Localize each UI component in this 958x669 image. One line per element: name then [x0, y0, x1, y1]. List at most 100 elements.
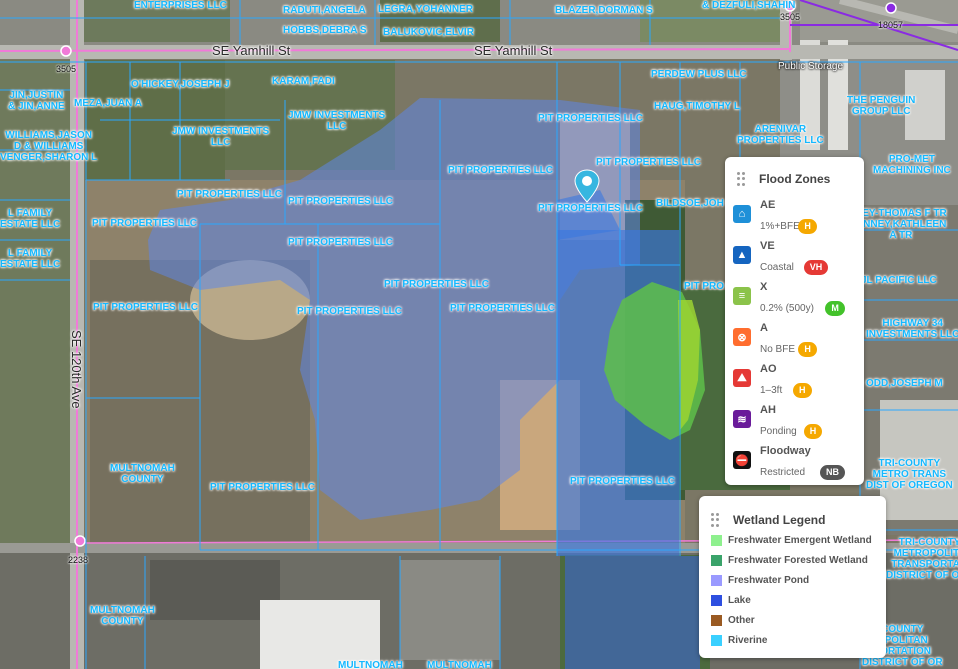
parcel-label[interactable]: HOBBS,DEBRA S — [283, 25, 367, 36]
parcel-label[interactable]: ENTERPRISES LLC — [134, 0, 227, 11]
flood-zone-item[interactable]: ⌂ AE 1%+BFE H — [733, 199, 861, 243]
legend-swatch — [711, 554, 722, 566]
parcel-label[interactable]: PIT PROPERTIES LLC — [448, 165, 553, 176]
parcel-label[interactable]: MULTNOMAH — [427, 660, 492, 669]
address-label: 3505 — [56, 64, 77, 74]
wetland-legend-title: Wetland Legend — [733, 513, 826, 527]
wetland-legend-item[interactable]: Freshwater Pond — [711, 573, 809, 587]
parcel-label[interactable]: PIT PROPERTIES LLC — [92, 218, 197, 229]
parcel-label[interactable]: PIT PROPERTIES LLC — [177, 189, 282, 200]
drag-handle-icon[interactable] — [737, 172, 747, 186]
flood-zone-description: No BFE — [760, 344, 796, 355]
parcel-label[interactable]: PIT PROPERTIES LLC — [538, 113, 643, 124]
parcel-label[interactable]: MULTNOMAH COUNTY — [90, 605, 155, 627]
flood-zone-code: VE — [760, 240, 775, 252]
street-label-yamhill-east: SE Yamhill St — [474, 43, 553, 58]
risk-badge: H — [798, 219, 817, 234]
parcel-label[interactable]: PIT PROPERTIES LLC — [450, 303, 555, 314]
flood-zone-item[interactable]: ≡ X 0.2% (500y) M — [733, 281, 861, 325]
legend-swatch — [711, 634, 722, 646]
parcel-label[interactable]: PIT PROPERTIES LLC — [538, 203, 643, 214]
risk-badge: M — [825, 301, 845, 316]
flood-zones-panel[interactable]: Flood Zones ⌂ AE 1%+BFE H ▲ VE Coastal VH ≡ X 0.2%… — [725, 157, 864, 485]
flood-zone-description: 0.2% (500y) — [760, 303, 814, 314]
drag-handle-icon[interactable] — [711, 513, 721, 527]
parcel-label[interactable]: PIT PROPERTIES LLC — [288, 196, 393, 207]
flood-zone-description: 1–3ft — [760, 385, 783, 396]
parcel-label[interactable]: BILDSOE,JOH — [656, 198, 724, 209]
location-pin-icon[interactable] — [573, 168, 601, 204]
parcel-label[interactable]: PIT PRO — [684, 281, 724, 292]
flood-zone-description: Coastal — [760, 262, 794, 273]
parcel-label[interactable]: PRO-MET MACHINING INC — [873, 154, 951, 176]
address-label: 3505 — [780, 12, 801, 22]
parcel-label[interactable]: L FAMILY ESTATE LLC — [0, 248, 60, 270]
parcel-label[interactable]: LEGRA,YOHANNER — [378, 4, 473, 15]
parcel-label[interactable]: L FAMILY ESTATE LLC — [0, 208, 60, 230]
parcel-label[interactable]: ARENIVAR PROPERTIES LLC — [737, 124, 824, 146]
wetland-legend-item[interactable]: Lake — [711, 593, 751, 607]
parcel-label[interactable]: TRI-COUNTY METRO TRANS DIST OF OREGON — [866, 458, 953, 491]
wetland-legend-item[interactable]: Other — [711, 613, 755, 627]
risk-badge: NB — [820, 465, 845, 480]
flood-zone-item[interactable]: ▲ VE Coastal VH — [733, 240, 861, 284]
flood-zone-item[interactable]: ⛰ AO 1–3ft H — [733, 363, 861, 407]
parcel-label[interactable]: PIT PROPERTIES LLC — [384, 279, 489, 290]
parcel-label[interactable]: THE PENGUIN GROUP LLC — [847, 95, 915, 117]
flood-zone-code: Floodway — [760, 445, 811, 457]
restricted-icon: ⛔ — [733, 451, 751, 469]
parcel-label[interactable]: HAUG,TIMOTHY L — [654, 101, 740, 112]
flood-zone-item[interactable]: ⊗ A No BFE H — [733, 322, 861, 366]
parcel-label[interactable]: ODD,JOSEPH M — [866, 378, 943, 389]
parcel-label[interactable]: RADUTI,ANGELA — [283, 5, 366, 16]
lines-icon: ≡ — [733, 287, 751, 305]
parcel-label[interactable]: WILLIAMS,JASON D & WILLIAMS VENGER,SHARON … — [0, 130, 97, 163]
warning-triangle-icon: ▲ — [733, 246, 751, 264]
parcel-label[interactable]: TRI-COUNTYMETROPOLITATRANSPORTATIDISTRIC… — [886, 537, 958, 581]
waves-icon: ≋ — [733, 410, 751, 428]
parcel-label[interactable]: PIT PROPERTIES LLC — [297, 306, 402, 317]
street-label-yamhill-west: SE Yamhill St — [212, 43, 291, 58]
parcel-label[interactable]: HIGHWAY 34 INVESTMENTS LLC — [866, 318, 958, 340]
wetland-legend-item[interactable]: Freshwater Emergent Wetland — [711, 533, 872, 547]
flood-zone-code: A — [760, 322, 768, 334]
parcel-label[interactable]: JMW INVESTMENTS LLC — [288, 110, 385, 132]
wetland-legend-label: Other — [728, 614, 755, 626]
parcel-label[interactable]: JIN,JUSTIN & JIN,ANNE — [8, 90, 65, 112]
flood-zone-item[interactable]: ≋ AH Ponding H — [733, 404, 861, 448]
parcel-label[interactable]: O'HICKEY,JOSEPH J — [131, 79, 230, 90]
risk-badge: VH — [803, 260, 829, 275]
wetland-legend-panel[interactable]: Wetland Legend Freshwater Emergent Wetla… — [699, 496, 886, 658]
parcel-label[interactable]: PIT PROPERTIES LLC — [570, 476, 675, 487]
close-circle-icon: ⊗ — [733, 328, 751, 346]
parcel-label[interactable]: & DEZFULI,SHAHIN — [702, 0, 795, 11]
parcel-label[interactable]: JMW INVESTMENTS LLC — [172, 126, 269, 148]
parcel-label[interactable]: MULTNOMAH COUNTY — [110, 463, 175, 485]
parcel-label[interactable]: PIT PROPERTIES LLC — [596, 157, 701, 168]
parcel-label[interactable]: PIT PROPERTIES LLC — [93, 302, 198, 313]
flood-zone-item[interactable]: ⛔ Floodway Restricted NB — [733, 445, 861, 489]
wetland-legend-item[interactable]: Freshwater Forested Wetland — [711, 553, 868, 567]
parcel-label[interactable]: PIT PROPERTIES LLC — [288, 237, 393, 248]
wetland-legend-item[interactable]: Riverine — [711, 633, 767, 647]
parcel-label[interactable]: JL PACIFIC LLC — [861, 275, 937, 286]
flood-zone-code: AO — [760, 363, 777, 375]
parcel-label[interactable]: MEZA,JUAN A — [74, 98, 142, 109]
parcel-label[interactable]: BALUKOVIC,ELVIR — [383, 27, 474, 38]
parcel-label[interactable]: MULTNOMAH — [338, 660, 403, 669]
flood-zone-code: AH — [760, 404, 776, 416]
parcel-label[interactable]: PERDEW PLUS LLC — [651, 69, 747, 80]
parcel-label[interactable]: PIT PROPERTIES LLC — [210, 482, 315, 493]
flood-zone-description: 1%+BFE — [760, 221, 800, 232]
mountain-icon: ⛰ — [733, 369, 751, 387]
wetland-legend-label: Freshwater Pond — [728, 574, 810, 586]
risk-badge: H — [793, 383, 812, 398]
legend-swatch — [711, 534, 722, 546]
parcel-label[interactable]: BLAZER,DORMAN S — [555, 5, 653, 16]
parcel-label[interactable]: NEY-THOMAS F TR ONNEY,KATHLEEN A TR — [855, 208, 947, 241]
parcel-label[interactable]: KARAM,FADI — [272, 76, 335, 87]
flood-zone-description: Restricted — [760, 467, 806, 478]
address-label: 18057 — [878, 20, 904, 30]
legend-swatch — [711, 594, 722, 606]
street-label-120th: SE 120th Ave — [69, 330, 84, 409]
